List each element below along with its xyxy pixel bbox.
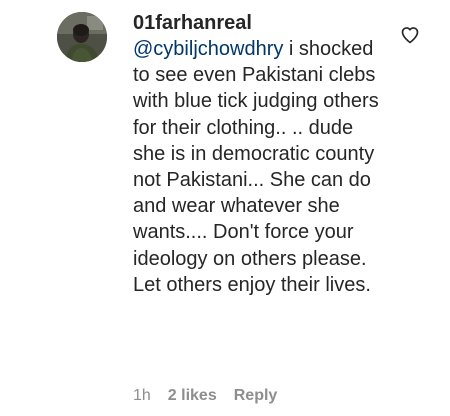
comment-mention[interactable]: @cybiljchowdhry [133,38,283,60]
comment-timestamp[interactable]: 1h [133,385,151,407]
comment-likes-count[interactable]: 2 likes [168,385,217,407]
avatar[interactable] [57,12,107,62]
reply-button[interactable]: Reply [234,385,278,407]
comment-meta: 1h 2 likes Reply [133,385,277,407]
like-heart-icon[interactable] [400,25,420,45]
heart-outline-icon [401,27,419,44]
comment-username[interactable]: 01farhanreal [133,10,383,36]
avatar-photo [57,12,107,62]
comment: 01farhanreal @cybiljchowdhry i shocked t… [0,0,450,416]
comment-message: i shocked to see even Pakistani clebs wi… [133,38,379,296]
comment-body: 01farhanreal @cybiljchowdhry i shocked t… [133,10,383,298]
comment-text: @cybiljchowdhry i shocked to see even Pa… [133,36,383,298]
